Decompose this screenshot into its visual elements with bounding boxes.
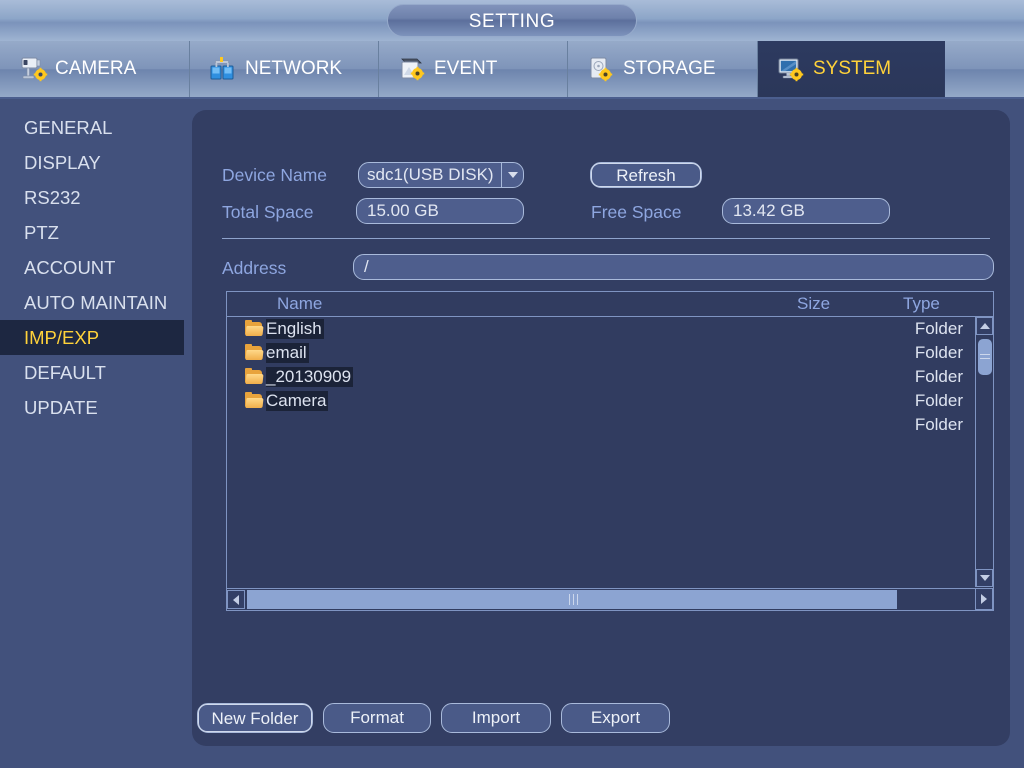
format-button-label: Format [350, 708, 404, 727]
sidebar-item-label: UPDATE [24, 397, 98, 418]
folder-icon [245, 368, 264, 384]
sidebar-item-rs232[interactable]: RS232 [0, 180, 190, 215]
new-folder-button[interactable]: New Folder [197, 703, 313, 733]
table-row[interactable]: email Folder [227, 341, 993, 365]
storage-gear-icon [586, 54, 616, 84]
folder-icon [245, 320, 264, 336]
window-title-bar: SETTING [0, 0, 1024, 42]
sidebar-item-auto-maintain[interactable]: AUTO MAINTAIN [0, 285, 190, 320]
tab-storage[interactable]: STORAGE [568, 41, 758, 97]
chevron-down-icon[interactable] [501, 163, 523, 187]
page-title: SETTING [387, 4, 637, 37]
tab-network[interactable]: NETWORK [190, 41, 379, 97]
table-row[interactable]: Camera Folder [227, 389, 993, 413]
sidebar-item-label: PTZ [24, 222, 59, 243]
tab-network-label: NETWORK [245, 58, 343, 79]
address-input[interactable]: / [353, 254, 994, 280]
table-row[interactable]: Folder [227, 413, 993, 437]
network-icon [208, 54, 238, 84]
sidebar-item-ptz[interactable]: PTZ [0, 215, 190, 250]
scroll-down-icon[interactable] [976, 569, 993, 587]
tab-system-label: SYSTEM [813, 58, 892, 79]
file-name-text: _20130909 [266, 367, 354, 387]
sidebar-item-default[interactable]: DEFAULT [0, 355, 190, 390]
free-space-value: 13.42 GB [722, 198, 890, 224]
file-name-cell: Camera [245, 389, 329, 413]
column-header-size: Size [797, 294, 831, 313]
sidebar-item-label: DISPLAY [24, 152, 101, 173]
free-space-label: Free Space [591, 202, 682, 222]
file-type-cell: Folder [914, 319, 963, 338]
monitor-gear-icon [776, 54, 806, 84]
tab-camera-label: CAMERA [55, 58, 137, 79]
file-type-cell: Folder [914, 367, 963, 386]
sidebar-item-label: IMP/EXP [24, 327, 100, 348]
file-list-body: English Folder email Folder _20130909 Fo… [227, 317, 993, 589]
device-name-label: Device Name [222, 165, 328, 185]
horizontal-scroll-thumb[interactable] [247, 590, 897, 609]
tab-system[interactable]: SYSTEM [758, 41, 945, 97]
device-name-value: sdc1(USB DISK) [367, 165, 494, 184]
export-button[interactable]: Export [561, 703, 670, 733]
tab-event-label: EVENT [434, 58, 498, 79]
file-type-cell: Folder [914, 343, 963, 362]
sidebar-item-label: AUTO MAINTAIN [24, 292, 168, 313]
format-button[interactable]: Format [323, 703, 431, 733]
camera-gear-icon [18, 54, 48, 84]
table-row[interactable]: _20130909 Folder [227, 365, 993, 389]
file-name-cell: email [245, 341, 309, 365]
file-name-text: Camera [266, 391, 329, 411]
sidebar-item-label: ACCOUNT [24, 257, 116, 278]
column-header-name: Name [277, 294, 323, 313]
sidebar-item-display[interactable]: DISPLAY [0, 145, 190, 180]
vertical-scrollbar[interactable] [975, 317, 993, 587]
event-gear-icon [397, 54, 427, 84]
refresh-button[interactable]: Refresh [590, 162, 702, 188]
import-button[interactable]: Import [441, 703, 551, 733]
file-list-header: Name Size Type [227, 292, 993, 317]
sidebar-item-account[interactable]: ACCOUNT [0, 250, 190, 285]
section-divider [222, 238, 990, 239]
export-button-label: Export [590, 708, 641, 727]
sidebar-item-update[interactable]: UPDATE [0, 390, 190, 425]
column-header-type: Type [903, 294, 940, 313]
folder-icon [245, 344, 264, 360]
folder-icon [245, 392, 264, 408]
file-type-cell: Folder [914, 391, 963, 410]
settings-sidebar: GENERAL DISPLAY RS232 PTZ ACCOUNT AUTO M… [0, 110, 190, 440]
scroll-right-icon[interactable] [975, 588, 993, 610]
file-type-cell: Folder [914, 415, 963, 434]
sidebar-item-label: DEFAULT [24, 362, 106, 383]
tab-event[interactable]: EVENT [379, 41, 568, 97]
vertical-scroll-thumb[interactable] [978, 339, 992, 375]
tab-camera[interactable]: CAMERA [0, 41, 190, 97]
sidebar-item-general[interactable]: GENERAL [0, 110, 190, 145]
file-browser-list: Name Size Type English Folder email Fold… [226, 291, 994, 611]
file-name-cell: _20130909 [245, 365, 354, 389]
scroll-left-icon[interactable] [227, 590, 245, 609]
refresh-button-label: Refresh [591, 163, 701, 187]
table-row[interactable]: English Folder [227, 317, 993, 341]
file-name-text: email [266, 343, 309, 363]
tab-storage-label: STORAGE [623, 58, 716, 79]
import-button-label: Import [471, 708, 521, 727]
horizontal-scrollbar[interactable] [227, 588, 993, 610]
file-name-cell: English [245, 317, 324, 341]
new-folder-button-label: New Folder [198, 704, 312, 732]
sidebar-item-imp-exp[interactable]: IMP/EXP [0, 320, 184, 355]
file-name-text: English [266, 319, 324, 339]
device-name-select[interactable]: sdc1(USB DISK) [358, 162, 524, 188]
address-label: Address [222, 258, 287, 278]
scroll-up-icon[interactable] [976, 317, 993, 335]
main-tab-bar: CAMERA NETWORK EVENT STORAGE SYSTEM [0, 41, 1024, 99]
total-space-label: Total Space [222, 202, 314, 222]
sidebar-item-label: GENERAL [24, 117, 113, 138]
sidebar-item-label: RS232 [24, 187, 81, 208]
total-space-value: 15.00 GB [356, 198, 524, 224]
